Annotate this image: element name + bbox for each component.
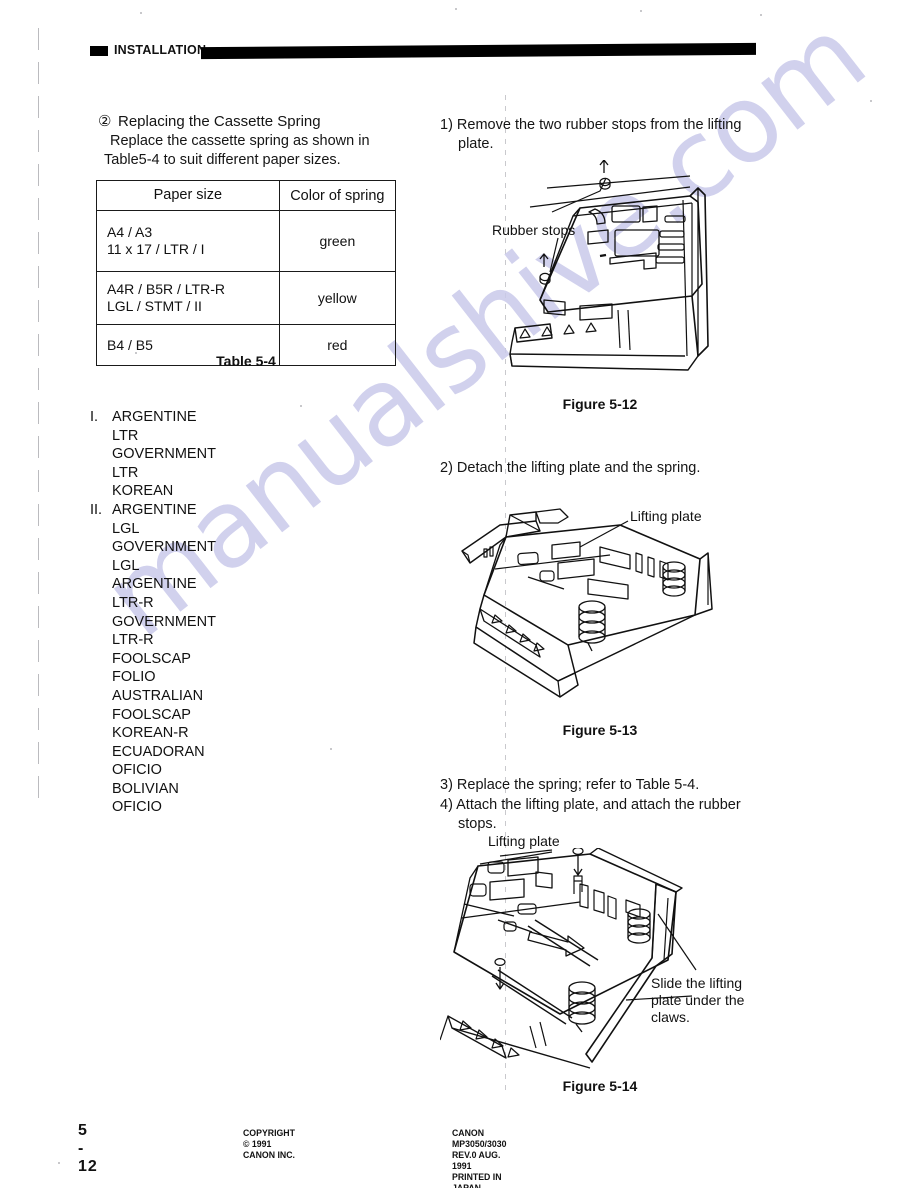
step-3-line-1: 3) Replace the spring; refer to Table 5-… xyxy=(440,777,700,793)
table-caption: Table 5-4 xyxy=(216,353,276,369)
step-body-line-1: Replace the cassette spring as shown in xyxy=(110,133,370,149)
step-4-line-2: stops. xyxy=(458,816,497,832)
cell-paper-size: A4R / B5R / LTR-R LGL / STMT / II xyxy=(96,271,280,325)
list-item: ARGENTINE LTR-R xyxy=(112,576,197,611)
cell-spring-color: green xyxy=(278,210,397,272)
figure-5-12-callout-rubber-stops: Rubber stops xyxy=(492,222,576,238)
list-item: GOVERNMENT LGL xyxy=(112,539,216,574)
paper-name-notes: I. ARGENTINE LTR GOVERNMENT LTR KOREAN I… xyxy=(90,408,216,817)
figure-5-14-callout-line-1: Slide the lifting xyxy=(651,975,743,991)
paper-size-line-1: A4 / A3 xyxy=(107,224,153,240)
step-body-line-2: Table5-4 to suit different paper sizes. xyxy=(104,152,341,168)
list-item: I. ARGENTINE LTR xyxy=(90,408,216,445)
paper-size-line-1: A4R / B5R / LTR-R xyxy=(107,281,225,297)
figure-5-12-illustration xyxy=(440,160,780,390)
table-row: A4R / B5R / LTR-R LGL / STMT / II yellow xyxy=(96,271,397,325)
paper-size-line-1: B4 / B5 xyxy=(107,336,153,353)
list-item: BOLIVIAN OFICIO xyxy=(112,780,179,816)
figure-5-14-callout-line-2: plate under the xyxy=(651,992,745,1008)
cell-spring-color: yellow xyxy=(278,271,397,325)
step-1-line-2: plate. xyxy=(458,136,494,152)
figure-5-12-caption: Figure 5-12 xyxy=(562,396,638,412)
list-item: KOREAN xyxy=(112,483,174,500)
section-title: INSTALLATION xyxy=(114,43,207,57)
list-item: GOVERNMENT LTR xyxy=(112,446,216,481)
list-text: ARGENTINE LGL xyxy=(112,501,197,537)
header-rule xyxy=(201,42,756,60)
list-item: FOOLSCAP FOLIO xyxy=(112,650,191,686)
copyright-notice: COPYRIGHT © 1991 CANON INC. xyxy=(243,1128,295,1161)
step-1-line-1: 1) Remove the two rubber stops from the … xyxy=(440,117,742,133)
list-marker: I. xyxy=(90,409,99,425)
document-page: manualshive.com INSTALLATION ② Replacing… xyxy=(0,0,918,1188)
paper-size-line-2: 11 x 17 / LTR / I xyxy=(107,241,205,257)
scan-margin-line xyxy=(38,28,39,798)
print-info: CANON MP3050/3030 REV.0 AUG. 1991 PRINTE… xyxy=(452,1128,507,1188)
table-row: A4 / A3 11 x 17 / LTR / I green xyxy=(96,210,397,272)
column-header-color: Color of spring xyxy=(278,180,397,211)
step-title: Replacing the Cassette Spring xyxy=(118,113,321,130)
paper-size-table: Paper size Color of spring A4 / A3 11 x … xyxy=(96,180,397,366)
figure-5-13-callout-lifting-plate: Lifting plate xyxy=(630,508,702,524)
figure-5-14-callout-line-3: claws. xyxy=(651,1009,690,1025)
list-item: II. ARGENTINE LGL xyxy=(90,501,216,538)
list-item: AUSTRALIAN FOOLSCAP xyxy=(112,687,204,723)
figure-5-14-callout-lifting-plate: Lifting plate xyxy=(488,833,560,849)
cell-paper-size: A4 / A3 11 x 17 / LTR / I xyxy=(96,210,280,272)
list-marker: II. xyxy=(90,501,103,518)
table-header-row: Paper size Color of spring xyxy=(96,180,397,211)
figure-5-13-caption: Figure 5-13 xyxy=(562,722,638,738)
column-header-paper-size: Paper size xyxy=(96,180,280,211)
step-circled-number: ② xyxy=(98,113,112,130)
list-item: KOREAN-R xyxy=(112,725,189,742)
list-item: GOVERNMENT LTR-R xyxy=(112,613,216,649)
figure-5-14-illustration xyxy=(440,848,785,1093)
step-4-line-1: 4) Attach the lifting plate, and attach … xyxy=(440,797,741,813)
list-text: ARGENTINE LTR xyxy=(112,409,197,444)
figure-5-14-caption: Figure 5-14 xyxy=(562,1078,638,1094)
page-number: 5 - 12 xyxy=(78,1122,98,1175)
step-2-line-1: 2) Detach the lifting plate and the spri… xyxy=(440,460,701,476)
list-item: ECUADORAN OFICIO xyxy=(112,743,205,779)
paper-size-line-2: LGL / STMT / II xyxy=(107,298,202,314)
page-header: INSTALLATION xyxy=(90,42,756,60)
figure-5-13-illustration xyxy=(440,485,785,720)
header-square-icon xyxy=(90,46,108,56)
